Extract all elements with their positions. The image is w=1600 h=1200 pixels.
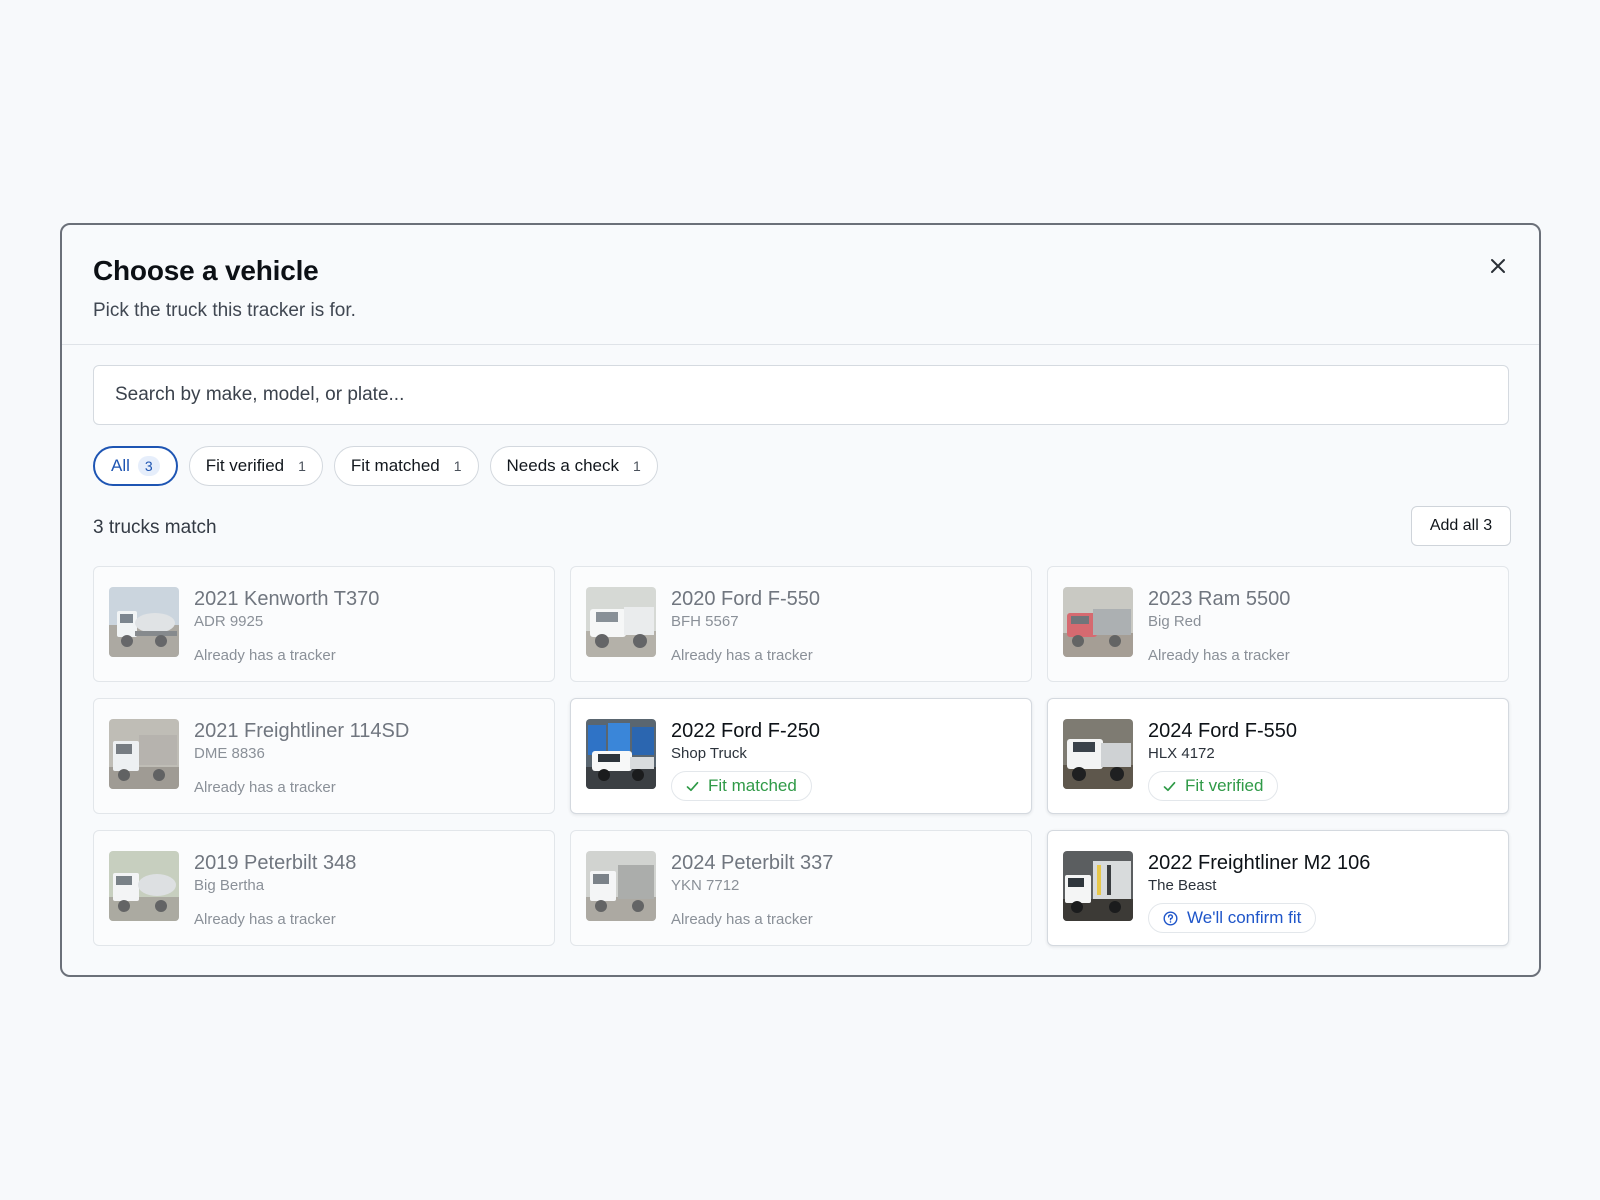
vehicle-card: 2021 Freightliner 114SD DME 8836 Already… xyxy=(93,698,555,814)
result-count: 3 trucks match xyxy=(93,517,217,538)
vehicle-nickname: Shop Truck xyxy=(671,745,747,762)
close-icon xyxy=(1491,259,1505,273)
search-input[interactable] xyxy=(93,365,1509,425)
confirm-fit-badge: We'll confirm fit xyxy=(1148,903,1317,933)
check-icon xyxy=(686,781,699,791)
vehicle-photo xyxy=(586,851,656,921)
vehicle-name: 2024 Ford F-550 xyxy=(1148,720,1297,742)
vehicle-name: 2021 Freightliner 114SD xyxy=(194,720,410,742)
vehicle-card: 2021 Kenworth T370 ADR 9925 Already has … xyxy=(93,566,555,682)
modal-title: Choose a vehicle xyxy=(93,255,319,286)
check-icon xyxy=(1163,781,1176,791)
vehicle-photo xyxy=(109,587,179,657)
vehicle-card[interactable]: 2024 Ford F-550 HLX 4172 Fit verified xyxy=(1047,698,1509,814)
vehicle-photo xyxy=(1063,719,1133,789)
vehicle-photo xyxy=(1063,587,1133,657)
badge-label: We'll confirm fit xyxy=(1187,908,1302,927)
filter-chip-count: 1 xyxy=(632,458,641,474)
vehicle-status-note: Already has a tracker xyxy=(671,647,813,664)
filter-chip-fit-verified[interactable]: Fit verified 1 xyxy=(188,446,323,486)
vehicle-card: 2023 Ram 5500 Big Red Already has a trac… xyxy=(1047,566,1509,682)
filter-chip-needs-check[interactable]: Needs a check 1 xyxy=(489,446,658,486)
vehicle-photo xyxy=(109,851,179,921)
filter-chip-label: Fit matched xyxy=(350,456,440,475)
vehicle-nickname: Big Bertha xyxy=(194,877,265,894)
filter-chip-count: 3 xyxy=(137,456,160,476)
filter-chip-count: 1 xyxy=(298,458,306,474)
filter-chip-count: 1 xyxy=(453,458,462,474)
vehicle-plate: YKN 7712 xyxy=(671,877,740,894)
vehicle-name: 2019 Peterbilt 348 xyxy=(194,852,357,874)
vehicle-photo xyxy=(1063,851,1133,921)
vehicle-name: 2023 Ram 5500 xyxy=(1148,588,1291,610)
vehicle-name: 2020 Ford F-550 xyxy=(671,588,820,610)
vehicle-card[interactable]: 2022 Ford F-250 Shop Truck Fit matched xyxy=(570,698,1032,814)
vehicle-status-note: Already has a tracker xyxy=(671,911,813,928)
filter-chip-all[interactable]: All 3 xyxy=(93,446,178,486)
vehicle-photo xyxy=(109,719,179,789)
vehicle-card[interactable]: 2022 Freightliner M2 106 The Beast We'll… xyxy=(1047,830,1509,946)
badge-label: Fit matched xyxy=(708,776,797,795)
vehicle-card: 2019 Peterbilt 348 Big Bertha Already ha… xyxy=(93,830,555,946)
vehicle-nickname: The Beast xyxy=(1148,877,1217,894)
vehicle-grid: 2021 Kenworth T370 ADR 9925 Already has … xyxy=(93,566,1509,946)
add-all-button[interactable]: Add all 3 xyxy=(1411,506,1511,546)
vehicle-name: 2022 Ford F-250 xyxy=(671,720,820,742)
vehicle-plate: ADR 9925 xyxy=(194,613,264,630)
filter-chips: All 3 Fit verified 1 Fit matched 1 Needs… xyxy=(93,446,658,486)
vehicle-photo xyxy=(586,719,656,789)
filter-chip-label: Fit verified xyxy=(205,456,285,475)
question-circle-icon xyxy=(1163,910,1178,926)
vehicle-card: 2020 Ford F-550 BFH 5567 Already has a t… xyxy=(570,566,1032,682)
filter-chip-label: All xyxy=(111,456,130,475)
vehicle-status-note: Already has a tracker xyxy=(1148,647,1290,664)
vehicle-photo xyxy=(586,587,656,657)
vehicle-name: 2021 Kenworth T370 xyxy=(194,588,380,610)
vehicle-name: 2022 Freightliner M2 106 xyxy=(1148,852,1371,874)
vehicle-card: 2024 Peterbilt 337 YKN 7712 Already has … xyxy=(570,830,1032,946)
vehicle-name: 2024 Peterbilt 337 xyxy=(671,852,834,874)
choose-vehicle-modal: Choose a vehicle Pick the truck this tra… xyxy=(60,223,1541,977)
vehicle-plate: BFH 5567 xyxy=(671,613,739,630)
fit-matched-badge: Fit matched xyxy=(671,771,812,801)
vehicle-plate: DME 8836 xyxy=(194,745,265,762)
vehicle-nickname: Big Red xyxy=(1148,613,1202,630)
vehicle-status-note: Already has a tracker xyxy=(194,911,336,928)
fit-verified-badge: Fit verified xyxy=(1148,771,1279,801)
filter-chip-label: Needs a check xyxy=(506,456,619,475)
vehicle-status-note: Already has a tracker xyxy=(194,779,336,796)
modal-header: Choose a vehicle Pick the truck this tra… xyxy=(62,225,1539,345)
filter-chip-fit-matched[interactable]: Fit matched 1 xyxy=(333,446,479,486)
badge-label: Fit verified xyxy=(1185,776,1264,795)
close-button[interactable] xyxy=(1485,253,1511,279)
vehicle-status-note: Already has a tracker xyxy=(194,647,336,664)
vehicle-plate: HLX 4172 xyxy=(1148,745,1215,762)
modal-subtitle: Pick the truck this tracker is for. xyxy=(93,300,356,321)
